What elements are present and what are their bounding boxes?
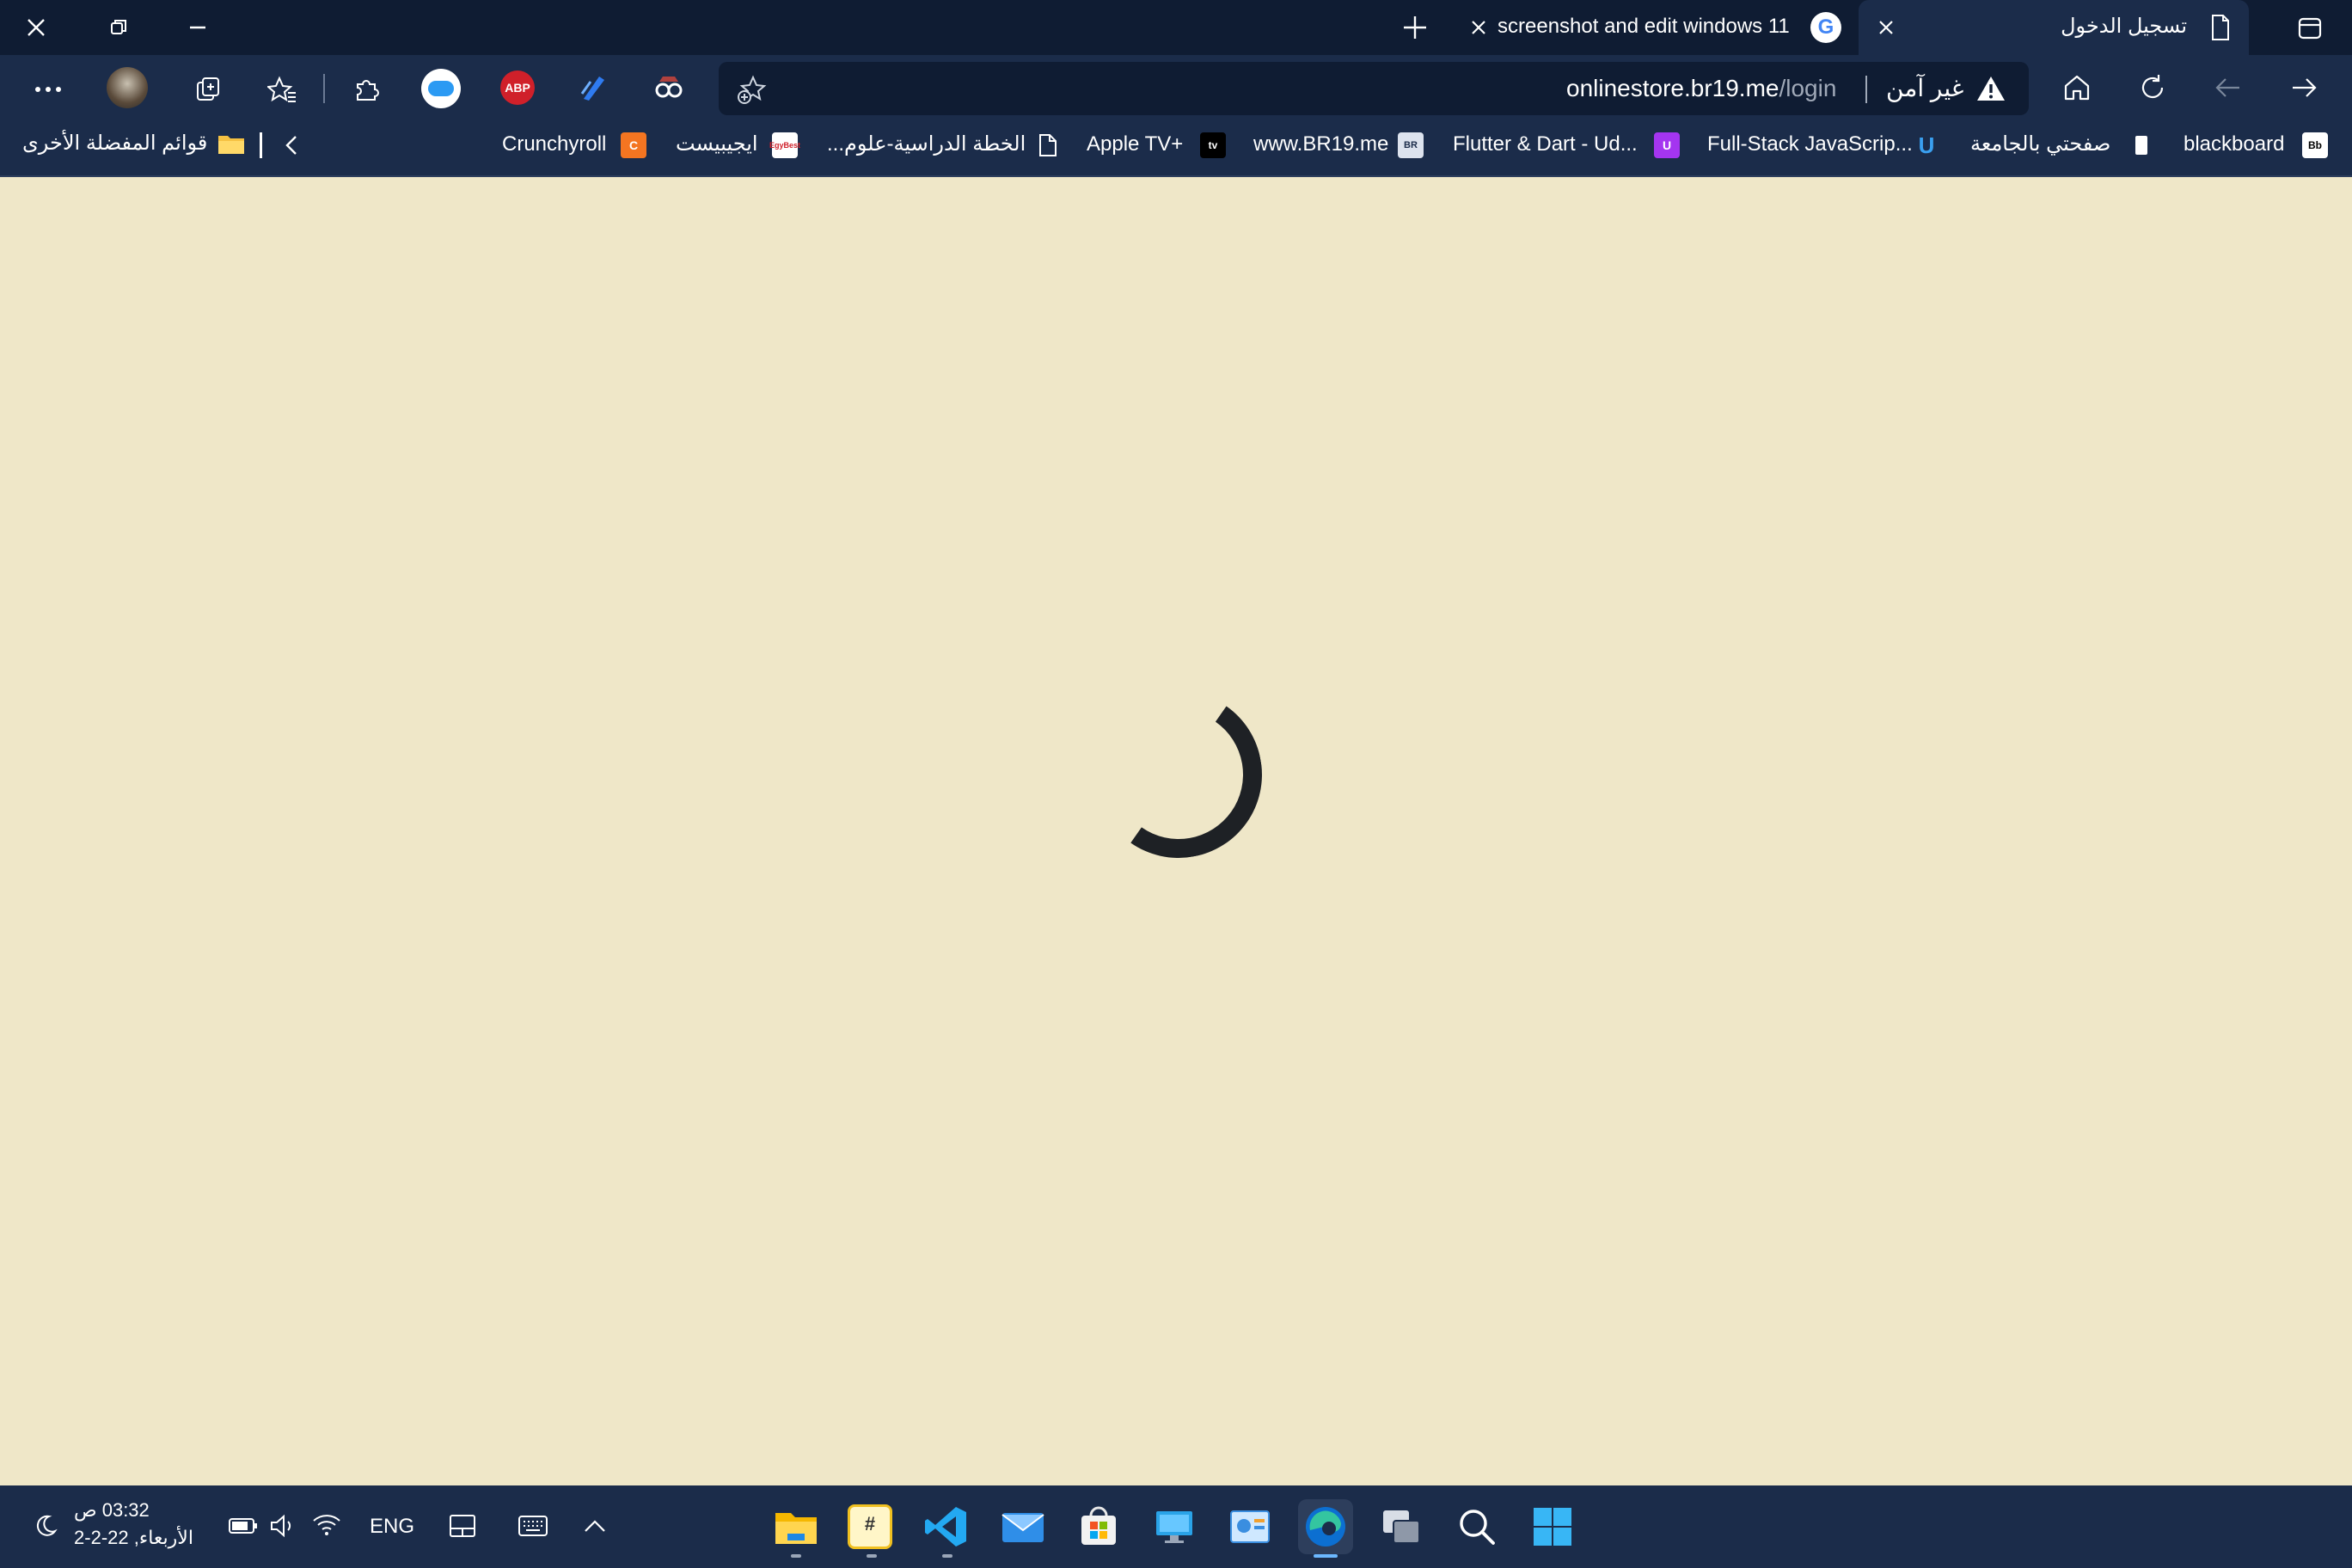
vscode-icon[interactable] — [918, 1499, 973, 1554]
favorites-divider — [260, 132, 262, 158]
running-indicator — [791, 1554, 801, 1558]
more-dots-icon — [35, 87, 61, 92]
forward-button[interactable] — [2209, 69, 2247, 107]
microsoft-store-icon[interactable] — [1071, 1499, 1126, 1554]
udemy-icon: U — [1918, 132, 1935, 158]
favorites-list-icon — [267, 76, 296, 102]
collections-button[interactable] — [189, 70, 227, 108]
favorites-button[interactable] — [263, 70, 301, 108]
home-button[interactable] — [2058, 69, 2096, 107]
active-indicator — [1314, 1554, 1338, 1558]
restore-window-button[interactable] — [101, 10, 136, 45]
restore-icon — [111, 20, 126, 34]
crunchyroll-icon: C — [621, 132, 646, 158]
warning-icon[interactable] — [1974, 72, 2008, 105]
arrow-left-icon — [2215, 78, 2239, 97]
close-icon — [28, 19, 45, 36]
control-panel-icon[interactable] — [1222, 1499, 1277, 1554]
arrow-right-icon — [2293, 78, 2317, 97]
running-indicator — [942, 1554, 952, 1558]
new-tab-button[interactable] — [1398, 10, 1432, 45]
tab-login[interactable]: تسجيل الدخول — [1859, 0, 2249, 55]
tab-screenshot[interactable]: screenshot and edit windows 11 G — [1461, 0, 1848, 55]
favorite-label: الخطة الدراسية-علوم... — [827, 132, 1026, 156]
url-divider — [1865, 76, 1867, 103]
adblock-plus-icon[interactable]: ABP — [500, 70, 535, 105]
moon-icon[interactable] — [31, 1511, 60, 1540]
extensions-button[interactable] — [347, 70, 385, 108]
plus-icon — [1404, 16, 1426, 39]
minimize-icon — [190, 26, 205, 29]
url-path: /login — [1779, 75, 1837, 101]
notes-app-icon[interactable]: # — [842, 1499, 897, 1554]
tab-actions-button[interactable] — [2292, 10, 2328, 46]
mail-icon[interactable] — [995, 1499, 1050, 1554]
page-icon — [1035, 132, 1061, 158]
url-host: onlinestore.br19.me — [1566, 75, 1779, 101]
file-explorer-icon[interactable] — [769, 1499, 824, 1554]
battery-icon[interactable] — [227, 1513, 260, 1539]
refresh-icon — [2141, 75, 2164, 99]
volume-icon[interactable] — [266, 1511, 299, 1540]
tab-label: تسجيل الدخول — [2061, 15, 2187, 38]
tab-label: screenshot and edit windows 11 — [1498, 15, 1790, 38]
remote-desktop-icon[interactable] — [1147, 1499, 1202, 1554]
close-tab-icon[interactable] — [1872, 14, 1900, 41]
appletv-icon: tv — [1200, 132, 1226, 158]
pen-menu-icon[interactable] — [445, 1510, 480, 1542]
favorite-label: Crunchyroll — [502, 132, 607, 156]
home-icon — [2064, 75, 2090, 101]
running-indicator — [867, 1554, 877, 1558]
close-tab-icon[interactable] — [1465, 14, 1492, 41]
wifi-icon[interactable] — [309, 1510, 344, 1539]
tab-actions-icon — [2298, 17, 2322, 40]
close-window-button[interactable] — [19, 10, 53, 45]
blackboard-icon: Bb — [2302, 132, 2328, 158]
language-indicator[interactable]: ENG — [370, 1514, 414, 1540]
start-button-icon[interactable] — [1525, 1499, 1580, 1554]
favorite-label: Apple TV+ — [1087, 132, 1184, 156]
favorite-label: ايجيبيست — [676, 132, 758, 156]
favorite-label: Flutter & Dart - Ud... — [1453, 132, 1638, 156]
settings-more-button[interactable] — [29, 72, 67, 107]
url-text[interactable]: onlinestore.br19.me/login — [1566, 74, 1836, 103]
star-add-icon — [738, 75, 767, 104]
security-label[interactable]: غير آمن — [1886, 74, 1963, 103]
add-favorite-button[interactable] — [732, 70, 770, 108]
favorite-label: صفحتي بالجامعة — [1970, 132, 2111, 156]
toolbar-divider — [323, 74, 325, 103]
title-bar: screenshot and edit windows 11 G تسجيل ا… — [0, 0, 2352, 55]
profile-avatar[interactable] — [107, 67, 148, 108]
collections-icon — [197, 77, 219, 101]
chevron-up-icon[interactable] — [579, 1510, 610, 1542]
back-button[interactable] — [2285, 69, 2323, 107]
refresh-button[interactable] — [2134, 69, 2171, 107]
page-icon — [2208, 12, 2233, 43]
edge-browser-icon[interactable] — [1298, 1499, 1353, 1554]
touch-keyboard-icon[interactable] — [514, 1510, 552, 1542]
egybest-icon: EgyBest — [769, 132, 800, 158]
document-icon — [2128, 132, 2154, 158]
clock-date[interactable]: الأربعاء, 22-2-2 — [74, 1525, 193, 1551]
favorite-label: Full-Stack JavaScrip... — [1707, 132, 1913, 156]
minimize-window-button[interactable] — [181, 10, 215, 45]
spy-extension-icon[interactable] — [650, 69, 688, 107]
udemy-purple-icon: U — [1654, 132, 1680, 158]
favorite-label: blackboard — [2184, 132, 2285, 156]
folder-icon[interactable] — [217, 129, 246, 158]
chevron-left-icon[interactable] — [279, 131, 304, 160]
google-icon: G — [1810, 12, 1841, 43]
pen-extension-icon[interactable] — [574, 69, 612, 107]
puzzle-icon — [357, 80, 379, 101]
br19-icon: BR — [1398, 132, 1424, 158]
favorite-label: www.BR19.me — [1253, 132, 1389, 156]
task-view-icon[interactable] — [1374, 1499, 1429, 1554]
other-favorites-label[interactable]: قوائم المفضلة الأخرى — [22, 131, 207, 156]
cloud-extension-icon[interactable] — [421, 69, 461, 108]
search-icon[interactable] — [1449, 1499, 1504, 1554]
clock-time[interactable]: 03:32 ص — [74, 1498, 150, 1523]
